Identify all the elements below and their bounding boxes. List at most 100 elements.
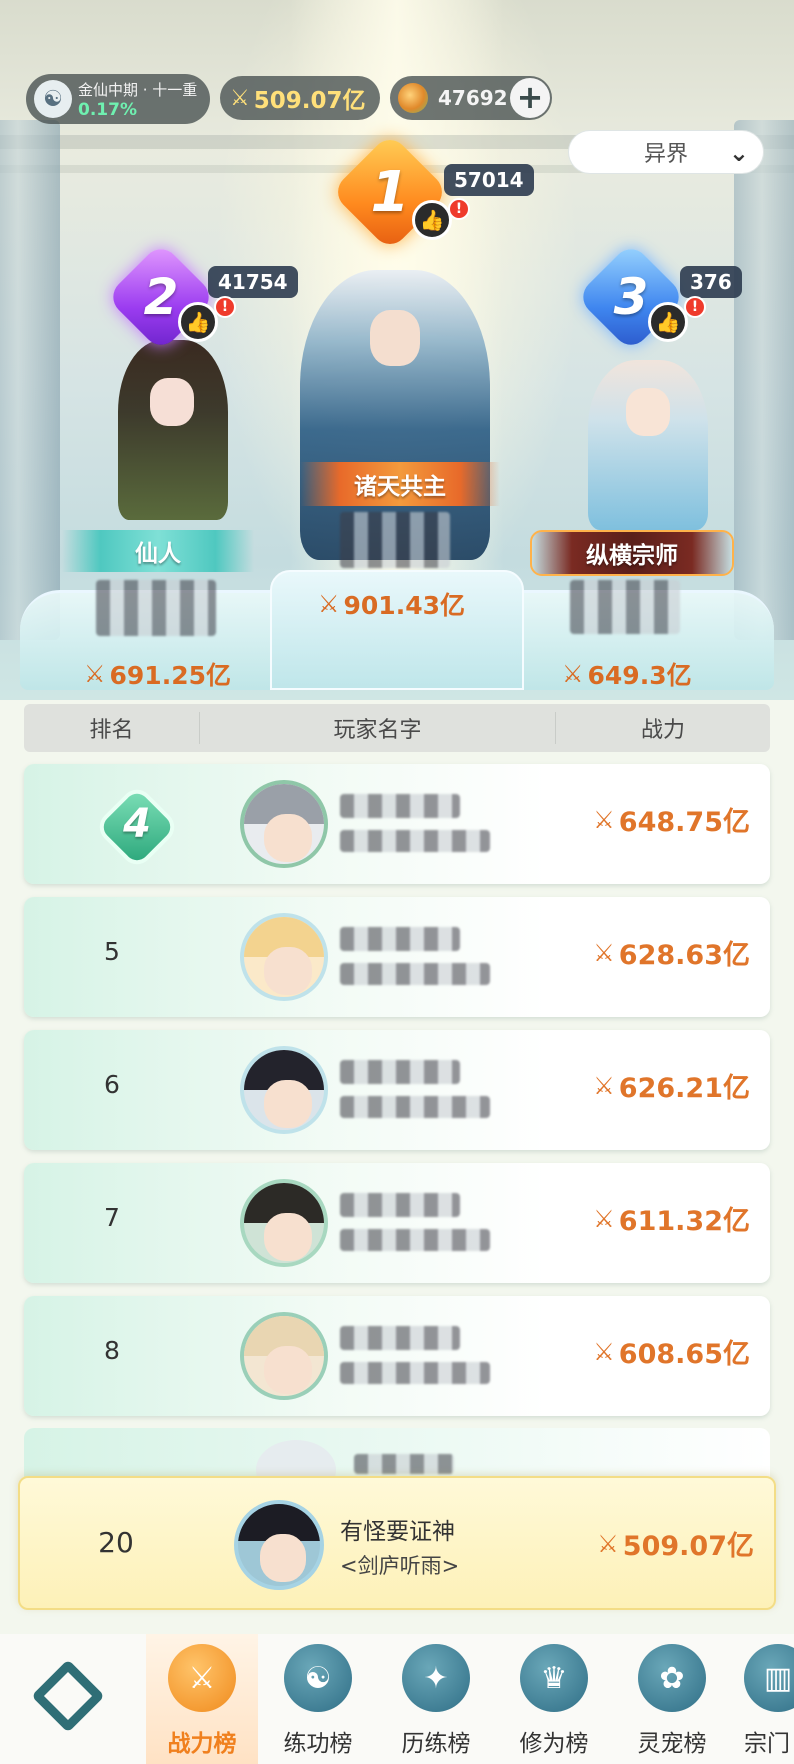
player-name-redacted [340, 1193, 460, 1217]
pet-icon: ✿ [638, 1644, 706, 1712]
row-rank: 8 [104, 1336, 120, 1365]
tab-label: 灵宠榜 [637, 1731, 707, 1757]
crossed-swords-icon: ⚔ [84, 660, 106, 688]
rank1-power: ⚔ 901.43亿 [318, 590, 465, 620]
realm-filter-dropdown[interactable]: 异界 ⌄ [568, 130, 764, 174]
player-power-pill: ⚔ 509.07亿 [220, 76, 380, 120]
currency-pill: 47692 + [390, 76, 552, 120]
row-power: ⚔ 628.63亿 [593, 938, 750, 972]
avatar[interactable] [240, 1046, 328, 1134]
rank3-title: 纵横宗师 [530, 530, 734, 576]
alert-icon: ! [214, 296, 236, 318]
crossed-swords-icon: ⚔ [318, 590, 340, 618]
tab-label: 练功榜 [283, 1731, 353, 1757]
table-row[interactable]: 7 ⚔ 611.32亿 [24, 1163, 770, 1283]
player-sect-redacted [340, 1096, 490, 1118]
player-name-redacted [340, 927, 460, 951]
crossed-swords-icon: ⚔ [593, 805, 615, 834]
tab-label: 历练榜 [401, 1731, 471, 1757]
player-name-redacted [340, 794, 460, 818]
tab-power-ranking[interactable]: ⚔ 战力榜 [146, 1634, 258, 1764]
tab-label: 战力榜 [167, 1731, 237, 1757]
row-power: ⚔ 608.65亿 [593, 1337, 750, 1371]
crossed-swords-icon: ⚔ [230, 85, 250, 111]
player-sect-redacted [340, 963, 490, 985]
crossed-swords-icon: ⚔ [597, 1529, 619, 1558]
row-power: ⚔ 648.75亿 [593, 805, 750, 839]
rank2-power: ⚔ 691.25亿 [84, 660, 231, 690]
rank2-character[interactable] [118, 340, 228, 520]
tab-label: 宗门 [744, 1731, 790, 1757]
player-sect-redacted [340, 1362, 490, 1384]
table-row[interactable]: 4 ⚔ 648.75亿 [24, 764, 770, 884]
add-currency-button[interactable]: + [510, 78, 550, 118]
home-button[interactable] [28, 1656, 108, 1736]
rank3-character[interactable] [588, 360, 708, 530]
my-avatar[interactable] [234, 1500, 324, 1590]
tab-training-ranking[interactable]: ☯ 练功榜 [262, 1634, 374, 1764]
tab-label: 修为榜 [519, 1731, 589, 1757]
my-player-name: 有怪要证神 [340, 1519, 455, 1545]
my-rank-row[interactable]: 20 有怪要证神 <剑庐听雨> ⚔ 509.07亿 [18, 1476, 776, 1610]
rank3-like-count: 376 [680, 266, 742, 298]
chevron-down-icon: ⌄ [728, 139, 749, 167]
crossed-swords-icon: ⚔ [593, 1071, 615, 1100]
crossed-swords-icon: ⚔ [593, 1204, 615, 1233]
crossed-swords-icon: ⚔ [562, 660, 584, 688]
tab-sect-ranking[interactable]: ▥ 宗门 [734, 1634, 794, 1764]
row-power: ⚔ 626.21亿 [593, 1071, 750, 1105]
star-ring-icon: ✦ [402, 1644, 470, 1712]
avatar[interactable] [240, 780, 328, 868]
thumbs-up-icon: 👍 [185, 310, 211, 334]
table-row[interactable]: 6 ⚔ 626.21亿 [24, 1030, 770, 1150]
ranking-table-header: 排名 玩家名字 战力 [24, 704, 770, 752]
thumbs-up-icon: 👍 [655, 310, 681, 334]
coin-count: 47692 [438, 86, 508, 110]
crossed-swords-icon: ⚔ [593, 1337, 615, 1366]
player-sect-redacted [340, 1229, 490, 1251]
tab-cultivation-ranking[interactable]: ♛ 修为榜 [498, 1634, 610, 1764]
rank1-title: 诸天共主 [300, 462, 500, 506]
my-power: ⚔ 509.07亿 [597, 1529, 754, 1563]
table-row[interactable]: 8 ⚔ 608.65亿 [24, 1296, 770, 1416]
rank3-like-button[interactable]: 👍 [648, 302, 688, 342]
diamond-logo-icon [31, 1659, 105, 1733]
rank2-like-count: 41754 [208, 266, 298, 298]
realm-progress: 0.17% [78, 99, 137, 120]
avatar[interactable] [240, 913, 328, 1001]
yin-yang-icon: ☯ [284, 1644, 352, 1712]
tab-pet-ranking[interactable]: ✿ 灵宠榜 [616, 1634, 728, 1764]
sect-icon: ▥ [744, 1644, 794, 1712]
alert-icon: ! [448, 198, 470, 220]
avatar[interactable] [240, 1312, 328, 1400]
player-name-redacted [354, 1454, 454, 1474]
crossed-swords-icon: ⚔ [168, 1644, 236, 1712]
crossed-swords-icon: ⚔ [593, 938, 615, 967]
row-power: ⚔ 611.32亿 [593, 1204, 750, 1238]
bottom-nav: ⚔ 战力榜 ☯ 练功榜 ✦ 历练榜 ♛ 修为榜 ✿ 灵宠榜 ▥ 宗门 [0, 1634, 794, 1764]
header-rank: 排名 [24, 712, 200, 744]
player-name-redacted [340, 1060, 460, 1084]
rank1-name-redacted [340, 512, 450, 568]
temple-pillar [0, 120, 60, 640]
temple-pillar [734, 120, 794, 640]
my-sect-name: <剑庐听雨> [340, 1554, 460, 1578]
rank3-name-redacted [570, 580, 680, 634]
realm-status[interactable]: ☯ 金仙中期 · 十一重 0.17% [26, 74, 210, 124]
rank2-like-button[interactable]: 👍 [178, 302, 218, 342]
rank2-name-redacted [96, 580, 216, 636]
avatar[interactable] [240, 1179, 328, 1267]
tab-trial-ranking[interactable]: ✦ 历练榜 [380, 1634, 492, 1764]
realm-avatar-icon: ☯ [34, 80, 72, 118]
player-sect-redacted [340, 830, 490, 852]
coin-icon [398, 83, 428, 113]
row-rank: 6 [104, 1070, 120, 1099]
realm-filter-label: 异界 [643, 142, 688, 167]
table-row[interactable]: 5 ⚔ 628.63亿 [24, 897, 770, 1017]
hat-icon: ♛ [520, 1644, 588, 1712]
row-rank: 4 [123, 801, 151, 847]
alert-icon: ! [684, 296, 706, 318]
rank1-like-button[interactable]: 👍 [412, 200, 452, 240]
row-rank: 5 [104, 937, 120, 966]
header-name: 玩家名字 [200, 712, 556, 744]
